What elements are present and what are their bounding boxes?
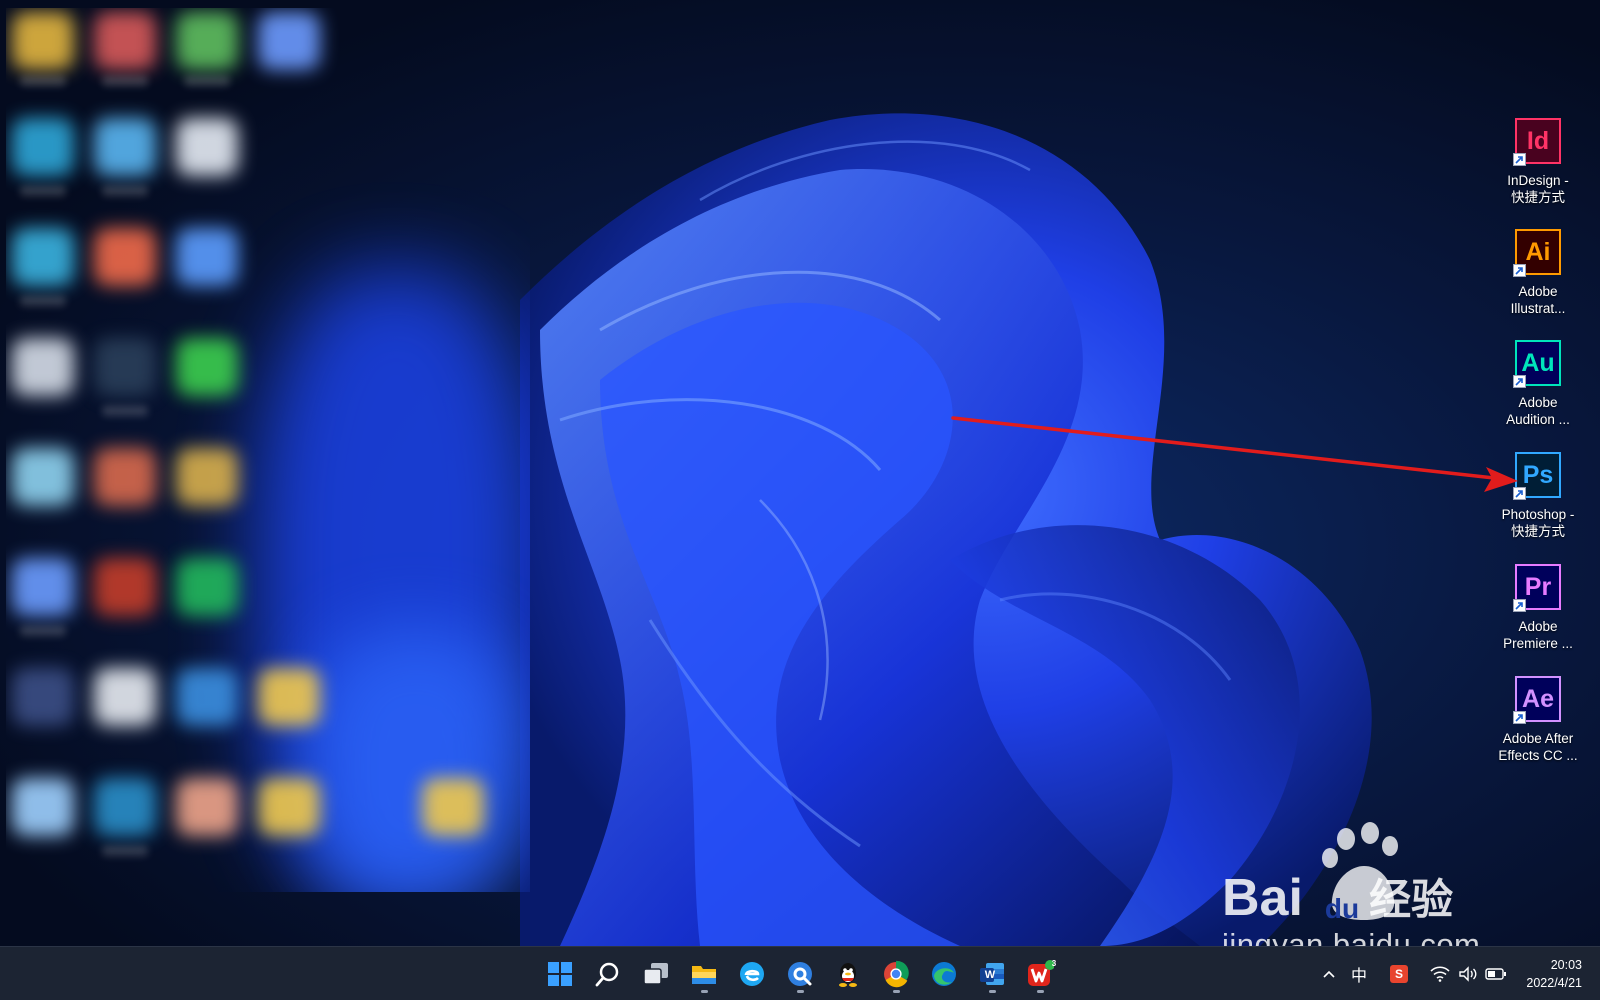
running-indicator (1037, 990, 1044, 993)
after-effects-icon: Ae (1513, 676, 1561, 724)
start-icon (548, 962, 572, 986)
ime-label: 中 (1350, 966, 1367, 985)
chrome-button[interactable] (876, 954, 916, 994)
wifi-button[interactable] (1428, 960, 1452, 988)
edge-icon (932, 962, 956, 986)
tray-overflow-button[interactable] (1318, 960, 1340, 988)
word-button[interactable]: W (972, 954, 1012, 994)
desktop: Id InDesign - 快捷方式 Ai Adobe Illustrat... (0, 0, 1600, 1000)
search-icon (595, 962, 619, 987)
desktop-icon-label: InDesign - 快捷方式 (1507, 173, 1569, 205)
indesign-icon: Id (1513, 118, 1561, 166)
word-letter: W (984, 969, 996, 981)
running-indicator (701, 990, 708, 993)
wallpaper-bloom (520, 113, 1372, 946)
photoshop-icon: Ps (1513, 452, 1561, 500)
desktop-icon-premiere[interactable]: Pr Adobe Premiere ... (1488, 558, 1588, 664)
clock-time: 20:03 (1550, 958, 1582, 972)
qq-icon (839, 963, 857, 987)
qq-button[interactable] (828, 954, 868, 994)
desktop-icon-photoshop[interactable]: Ps Photoshop - 快捷方式 (1488, 446, 1588, 552)
desktop-icon-label: Adobe Illustrat... (1510, 284, 1566, 316)
chrome-icon (884, 960, 909, 988)
taskbar: W 3 中 S 20:03 2022/4/21 (0, 946, 1600, 1000)
wifi-icon (1430, 966, 1450, 982)
desktop-icon-after-effects[interactable]: Ae Adobe After Effects CC ... (1488, 670, 1588, 776)
running-indicator (797, 990, 804, 993)
ie-browser-button[interactable] (732, 954, 772, 994)
file-explorer-icon (692, 966, 716, 984)
search-button[interactable] (588, 954, 628, 994)
desktop-icon-label: Photoshop - 快捷方式 (1501, 507, 1575, 539)
shortcut-arrow-icon (1513, 375, 1526, 388)
ie-browser-icon (740, 962, 764, 986)
volume-button[interactable] (1456, 960, 1480, 988)
desktop-icon-indesign[interactable]: Id InDesign - 快捷方式 (1488, 112, 1588, 218)
browser-search-icon (788, 962, 812, 986)
browser-search-button[interactable] (780, 954, 820, 994)
wps-badge: 3 (1051, 959, 1057, 968)
chevron-up-icon (1323, 970, 1335, 978)
shortcut-arrow-icon (1513, 711, 1526, 724)
sogou-input-button[interactable]: S (1386, 960, 1412, 988)
battery-button[interactable] (1484, 960, 1508, 988)
shortcut-arrow-icon (1513, 487, 1526, 500)
battery-icon (1485, 968, 1506, 980)
desktop-icon-label: Adobe Audition ... (1506, 395, 1570, 427)
desktop-icon-label: Adobe Premiere ... (1503, 619, 1573, 651)
premiere-icon: Pr (1513, 564, 1561, 612)
audition-icon: Au (1513, 340, 1561, 388)
clock[interactable]: 20:03 2022/4/21 (1526, 956, 1582, 992)
task-view-button[interactable] (636, 954, 676, 994)
running-indicator (893, 990, 900, 993)
shortcut-arrow-icon (1513, 153, 1526, 166)
start-button[interactable] (540, 954, 580, 994)
clock-date: 2022/4/21 (1526, 976, 1582, 990)
task-view-icon (643, 963, 668, 985)
edge-button[interactable] (924, 954, 964, 994)
shortcut-arrow-icon (1513, 264, 1526, 277)
desktop-icon-illustrator[interactable]: Ai Adobe Illustrat... (1488, 223, 1588, 329)
desktop-icon-audition[interactable]: Au Adobe Audition ... (1488, 334, 1588, 440)
desktop-icon-label: Adobe After Effects CC ... (1498, 731, 1578, 763)
ime-indicator[interactable]: 中 (1346, 960, 1372, 988)
running-indicator (989, 990, 996, 993)
illustrator-icon: Ai (1513, 229, 1561, 277)
shortcut-arrow-icon (1513, 599, 1526, 612)
file-explorer-button[interactable] (684, 954, 724, 994)
sogou-icon: S (1390, 965, 1408, 983)
speaker-icon (1459, 966, 1477, 982)
wps-button[interactable]: 3 (1020, 954, 1060, 994)
